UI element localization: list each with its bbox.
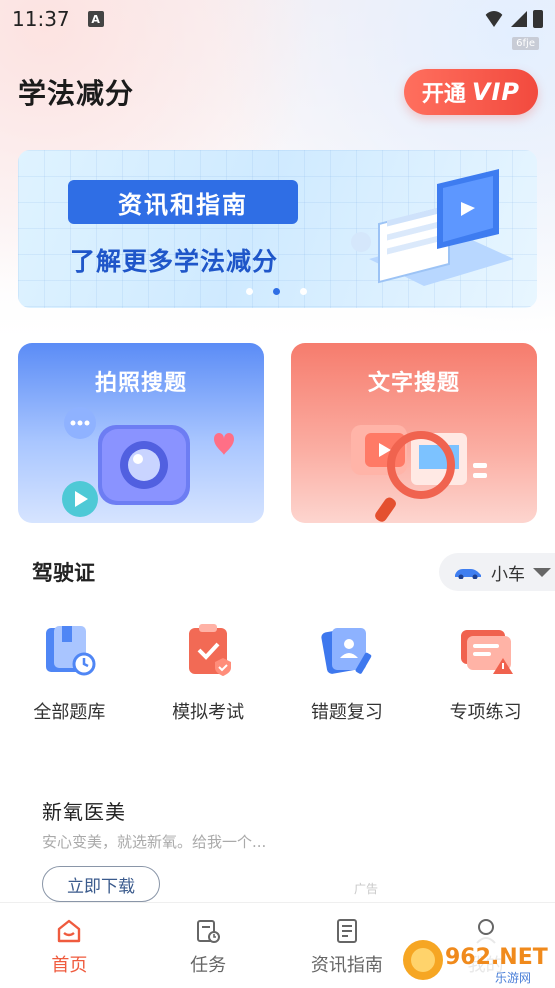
feature-special-practice[interactable]: 专项练习 <box>416 618 555 728</box>
mock-exam-icon <box>189 624 232 676</box>
pagination-dot[interactable] <box>300 288 307 295</box>
license-section-header: 驾驶证 小车 <box>32 552 555 592</box>
car-icon <box>455 569 481 579</box>
page-title: 学法减分 <box>18 77 135 110</box>
mistakes-review-icon <box>321 628 372 674</box>
tasks-icon <box>197 920 221 943</box>
pagination-dot[interactable] <box>246 288 253 295</box>
status-bar: 11:37 A <box>0 0 555 38</box>
special-practice-icon <box>460 630 513 674</box>
ad-label: 广告 <box>354 882 379 896</box>
battery-icon <box>533 10 543 28</box>
news-guide-icon <box>336 919 357 943</box>
banner-title: 资讯和指南 <box>68 180 298 224</box>
corner-tag: 6fje <box>512 37 539 50</box>
feature-mistakes-review[interactable]: 错题复习 <box>278 618 417 728</box>
open-vip-button[interactable]: 开通 VIP <box>403 69 538 115</box>
notification-icon: A <box>87 11 104 27</box>
feature-label: 错题复习 <box>310 702 383 723</box>
tab-home[interactable]: 首页 <box>0 903 139 988</box>
camera-icon <box>62 407 234 517</box>
magnifier-icon <box>351 425 487 522</box>
tab-news-guide[interactable]: 资讯指南 <box>278 903 417 988</box>
pagination-dot-active[interactable] <box>273 288 280 295</box>
car-type-label: 小车 <box>491 564 525 585</box>
photo-search-card[interactable]: 拍照搜题 <box>18 343 264 523</box>
banner-pagination <box>246 288 307 295</box>
info-guide-banner[interactable]: 资讯和指南 了解更多学法减分 <box>18 150 537 308</box>
watermark-brand: 962.NET <box>445 945 548 970</box>
feature-all-questions[interactable]: 全部题库 <box>0 618 139 728</box>
feature-grid: 全部题库 模拟考试 错题复习 专项练习 <box>0 618 555 728</box>
banner-subtitle: 了解更多学法减分 <box>70 247 279 276</box>
tab-tasks[interactable]: 任务 <box>139 903 278 988</box>
download-now-button[interactable]: 立即下载 <box>42 866 160 902</box>
photo-search-label: 拍照搜题 <box>94 371 187 396</box>
ad-description: 安心变美，就选新氧。给我一个... <box>42 833 267 851</box>
license-section-title: 驾驶证 <box>32 561 95 585</box>
question-bank-icon <box>46 626 96 676</box>
feature-label: 模拟考试 <box>172 702 245 723</box>
status-indicators <box>483 10 543 28</box>
site-watermark-logo: 962.NET 乐游网 <box>399 936 549 986</box>
page-header: 学法减分 开通 VIP <box>18 68 538 116</box>
tab-label: 任务 <box>190 955 227 976</box>
text-search-card[interactable]: 文字搜题 <box>291 343 537 523</box>
signal-icon <box>511 11 527 27</box>
vip-button-vip-text: VIP <box>471 78 520 106</box>
feature-mock-exam[interactable]: 模拟考试 <box>139 618 278 728</box>
ad-card[interactable]: 新氧医美 安心变美，就选新氧。给我一个... 立即下载 广告 <box>42 796 522 906</box>
feature-label: 全部题库 <box>33 702 106 723</box>
ad-title: 新氧医美 <box>42 800 126 824</box>
vip-button-label: 开通 <box>421 82 466 107</box>
tab-label: 首页 <box>51 955 88 976</box>
text-search-label: 文字搜题 <box>367 371 460 396</box>
chevron-down-icon <box>533 567 551 577</box>
laptop-illustration <box>351 169 514 286</box>
tab-label: 资讯指南 <box>310 955 383 976</box>
feature-label: 专项练习 <box>449 702 522 723</box>
wifi-icon <box>483 11 505 27</box>
status-time: 11:37 <box>12 7 70 31</box>
car-type-selector[interactable]: 小车 <box>439 553 555 591</box>
home-icon <box>58 919 81 943</box>
watermark-sub: 乐游网 <box>495 971 531 985</box>
